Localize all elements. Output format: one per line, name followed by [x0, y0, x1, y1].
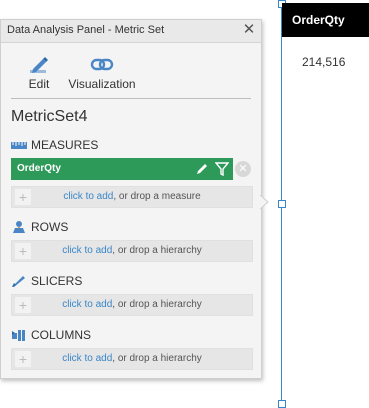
- slicers-drop-zone[interactable]: + click to add, or drop a hierarchy: [11, 294, 253, 316]
- drop-hint: , or drop a measure: [113, 191, 201, 202]
- value-cell: 214,516: [302, 55, 346, 69]
- click-to-add-link[interactable]: click to add: [62, 245, 112, 256]
- columns-label: COLUMNS: [31, 328, 92, 342]
- close-icon[interactable]: ✕: [241, 22, 257, 38]
- drop-hint: , or drop a hierarchy: [112, 353, 202, 364]
- panel-title: Data Analysis Panel - Metric Set: [7, 24, 165, 36]
- click-to-add-link[interactable]: click to add: [62, 299, 112, 310]
- pencil-icon[interactable]: [194, 160, 210, 178]
- edit-icon: [17, 53, 61, 77]
- ruler-icon: [11, 138, 27, 152]
- click-to-add-link[interactable]: click to add: [62, 353, 112, 364]
- link-icon: [67, 53, 137, 77]
- edit-button[interactable]: Edit: [17, 53, 61, 91]
- drop-hint: , or drop a hierarchy: [112, 299, 202, 310]
- panel-header: Data Analysis Panel - Metric Set ✕: [1, 20, 261, 43]
- drop-hint: , or drop a hierarchy: [112, 245, 202, 256]
- column-header-label: OrderQty: [292, 13, 345, 27]
- visualization-button[interactable]: Visualization: [67, 53, 137, 91]
- panel-pointer-arrow: [260, 195, 269, 209]
- measure-item-orderqty[interactable]: OrderQty: [11, 158, 233, 180]
- column-header-orderqty: OrderQty: [282, 3, 369, 37]
- slicer-icon: [11, 274, 27, 288]
- measures-drop-zone[interactable]: + click to add, or drop a measure: [11, 186, 253, 208]
- metricset-name: MetricSet4: [11, 108, 88, 125]
- measures-label: MEASURES: [31, 138, 99, 152]
- filter-icon[interactable]: [214, 160, 230, 178]
- rows-drop-zone[interactable]: + click to add, or drop a hierarchy: [11, 240, 253, 262]
- rows-icon: [11, 220, 27, 234]
- resize-handle-middle[interactable]: [278, 200, 286, 208]
- measure-label: OrderQty: [17, 163, 61, 174]
- data-analysis-panel: Data Analysis Panel - Metric Set ✕ Edit …: [0, 19, 262, 379]
- rows-label: ROWS: [31, 220, 69, 234]
- columns-icon: [11, 328, 27, 342]
- slicers-label: SLICERS: [31, 274, 83, 288]
- divider: [11, 98, 251, 99]
- columns-section-title: COLUMNS: [11, 328, 91, 342]
- measures-section-title: MEASURES: [11, 138, 98, 152]
- edit-label: Edit: [28, 77, 50, 91]
- rows-section-title: ROWS: [11, 220, 68, 234]
- click-to-add-link[interactable]: click to add: [63, 191, 113, 202]
- resize-handle-bottom[interactable]: [278, 400, 286, 408]
- columns-drop-zone[interactable]: + click to add, or drop a hierarchy: [11, 348, 253, 370]
- visualization-label: Visualization: [68, 77, 136, 91]
- slicers-section-title: SLICERS: [11, 274, 82, 288]
- remove-measure-icon[interactable]: ✕: [235, 161, 251, 177]
